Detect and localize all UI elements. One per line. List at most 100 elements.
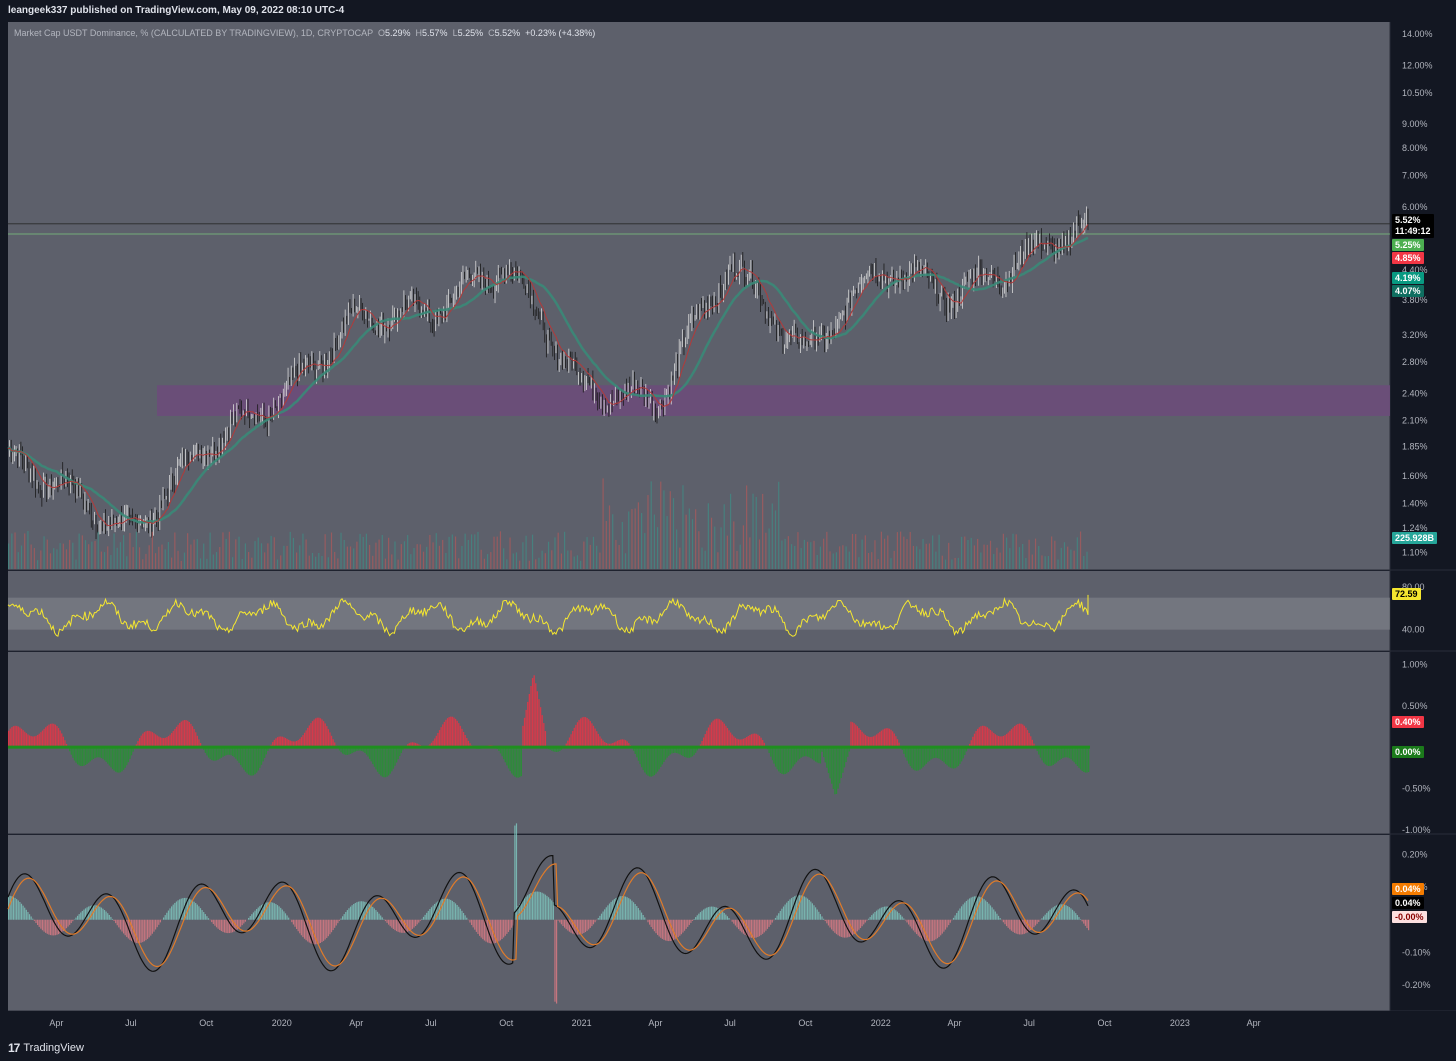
oscillator-bar xyxy=(778,913,780,920)
oscillator-bar xyxy=(501,919,503,939)
volume-bar xyxy=(353,548,355,569)
histogram-bar xyxy=(774,747,777,767)
histogram-bar xyxy=(583,716,585,748)
histogram-bar xyxy=(819,747,822,764)
oscillator-bar xyxy=(866,919,868,921)
oscillator-bar xyxy=(422,916,425,920)
oscillator-bar xyxy=(906,919,908,923)
histogram-bar xyxy=(994,734,997,748)
volume-bar xyxy=(826,531,828,569)
oscillator-bar xyxy=(462,913,465,920)
oscillator-bar xyxy=(410,919,412,931)
oscillator-bar xyxy=(466,917,468,920)
oscillator-bar xyxy=(219,919,221,930)
oscillator-bar xyxy=(70,919,72,924)
oscillator-bar xyxy=(632,902,635,920)
oscillator-bar xyxy=(842,919,844,938)
histogram-bar xyxy=(778,747,780,772)
oscillator-bar xyxy=(803,896,805,920)
histogram-bar xyxy=(233,747,235,758)
chart-area[interactable]: 14.00% 12.00% 10.50% 9.00% 8.00% 7.00% 6.00% 4.… xyxy=(0,22,1456,1033)
histogram-bar xyxy=(951,747,953,769)
histogram-bar xyxy=(789,747,791,771)
histogram-bar xyxy=(869,736,871,748)
volume-bar xyxy=(107,546,109,569)
volume-bar xyxy=(880,531,882,569)
volume-bar xyxy=(787,536,789,569)
histogram-bar xyxy=(1081,747,1083,771)
histogram-bar xyxy=(259,747,261,768)
oscillator-bar xyxy=(286,915,288,920)
histogram-bar xyxy=(124,747,126,768)
volume-bar xyxy=(656,527,659,569)
oscillator-bar xyxy=(695,917,697,920)
histogram-bar xyxy=(1017,723,1019,748)
volume-bar xyxy=(608,505,611,569)
volume-bar xyxy=(467,539,469,569)
histogram-bar xyxy=(45,727,47,748)
volume-bar xyxy=(1047,555,1049,569)
histogram-bar xyxy=(40,732,42,748)
oscillator-bar xyxy=(177,900,179,920)
oscillator-bar xyxy=(217,919,219,929)
volume-bar xyxy=(280,555,282,569)
histogram-bar xyxy=(517,747,519,778)
oscillator-bar xyxy=(446,898,449,920)
volume-bar xyxy=(308,555,310,569)
volume-bar xyxy=(800,548,802,569)
volume-bar xyxy=(305,539,307,569)
oscillator-bar xyxy=(691,919,694,921)
volume-bar xyxy=(506,559,508,569)
histogram-bar xyxy=(511,747,513,774)
oscillator-bar xyxy=(99,906,101,920)
volume-bar xyxy=(803,539,805,569)
oscillator-bar xyxy=(511,919,513,928)
volume-bar xyxy=(448,536,450,569)
oscillator-bar xyxy=(964,902,966,920)
volume-bar xyxy=(726,535,729,569)
volume-bar xyxy=(784,538,786,569)
price-tick-label: 1.85% xyxy=(1402,442,1428,452)
volume-bar xyxy=(435,533,437,569)
oscillator-bar xyxy=(100,907,102,920)
histogram-bar xyxy=(20,728,23,748)
histogram-bar xyxy=(980,726,982,748)
histogram-bar xyxy=(1086,747,1088,773)
volume-bar xyxy=(720,527,722,569)
volume-bar xyxy=(464,533,466,569)
volume-bar xyxy=(1076,537,1078,569)
volume-bar xyxy=(739,544,741,569)
volume-bar xyxy=(557,532,559,569)
volume-bar xyxy=(238,536,240,569)
oscillator-bar xyxy=(156,919,158,928)
histogram-bar xyxy=(59,730,61,748)
time-tick-label: Oct xyxy=(798,1018,813,1028)
histogram-bar xyxy=(709,724,711,748)
volume-bar xyxy=(774,510,777,569)
oscillator-bar xyxy=(726,916,729,920)
histogram-bar xyxy=(652,747,654,777)
volume-bar xyxy=(292,537,295,569)
oscillator-bar xyxy=(988,903,990,920)
volume-bar xyxy=(384,558,387,569)
histogram-bar xyxy=(94,747,96,759)
volume-bar xyxy=(858,557,860,569)
volume-bar xyxy=(438,545,441,569)
histogram-bar xyxy=(640,747,643,768)
oscillator-bar xyxy=(938,919,940,937)
oscillator-bar xyxy=(946,919,948,928)
oscillator-bar xyxy=(557,919,559,921)
histogram-bar xyxy=(509,747,511,772)
oscillator-bar xyxy=(337,919,339,924)
tradingview-logo[interactable]: 17 TradingView xyxy=(8,1041,84,1055)
volume-bar xyxy=(496,536,498,569)
histogram-bar xyxy=(704,734,706,748)
volume-bar xyxy=(56,549,58,569)
volume-bar xyxy=(257,537,259,569)
histogram-bar xyxy=(940,747,942,760)
oscillator-bar xyxy=(1033,919,1035,928)
histogram-tick-label: 0.50% xyxy=(1402,701,1428,711)
volume-bar xyxy=(916,546,918,569)
oscillator-bar xyxy=(421,918,423,920)
volume-bar xyxy=(84,540,87,569)
